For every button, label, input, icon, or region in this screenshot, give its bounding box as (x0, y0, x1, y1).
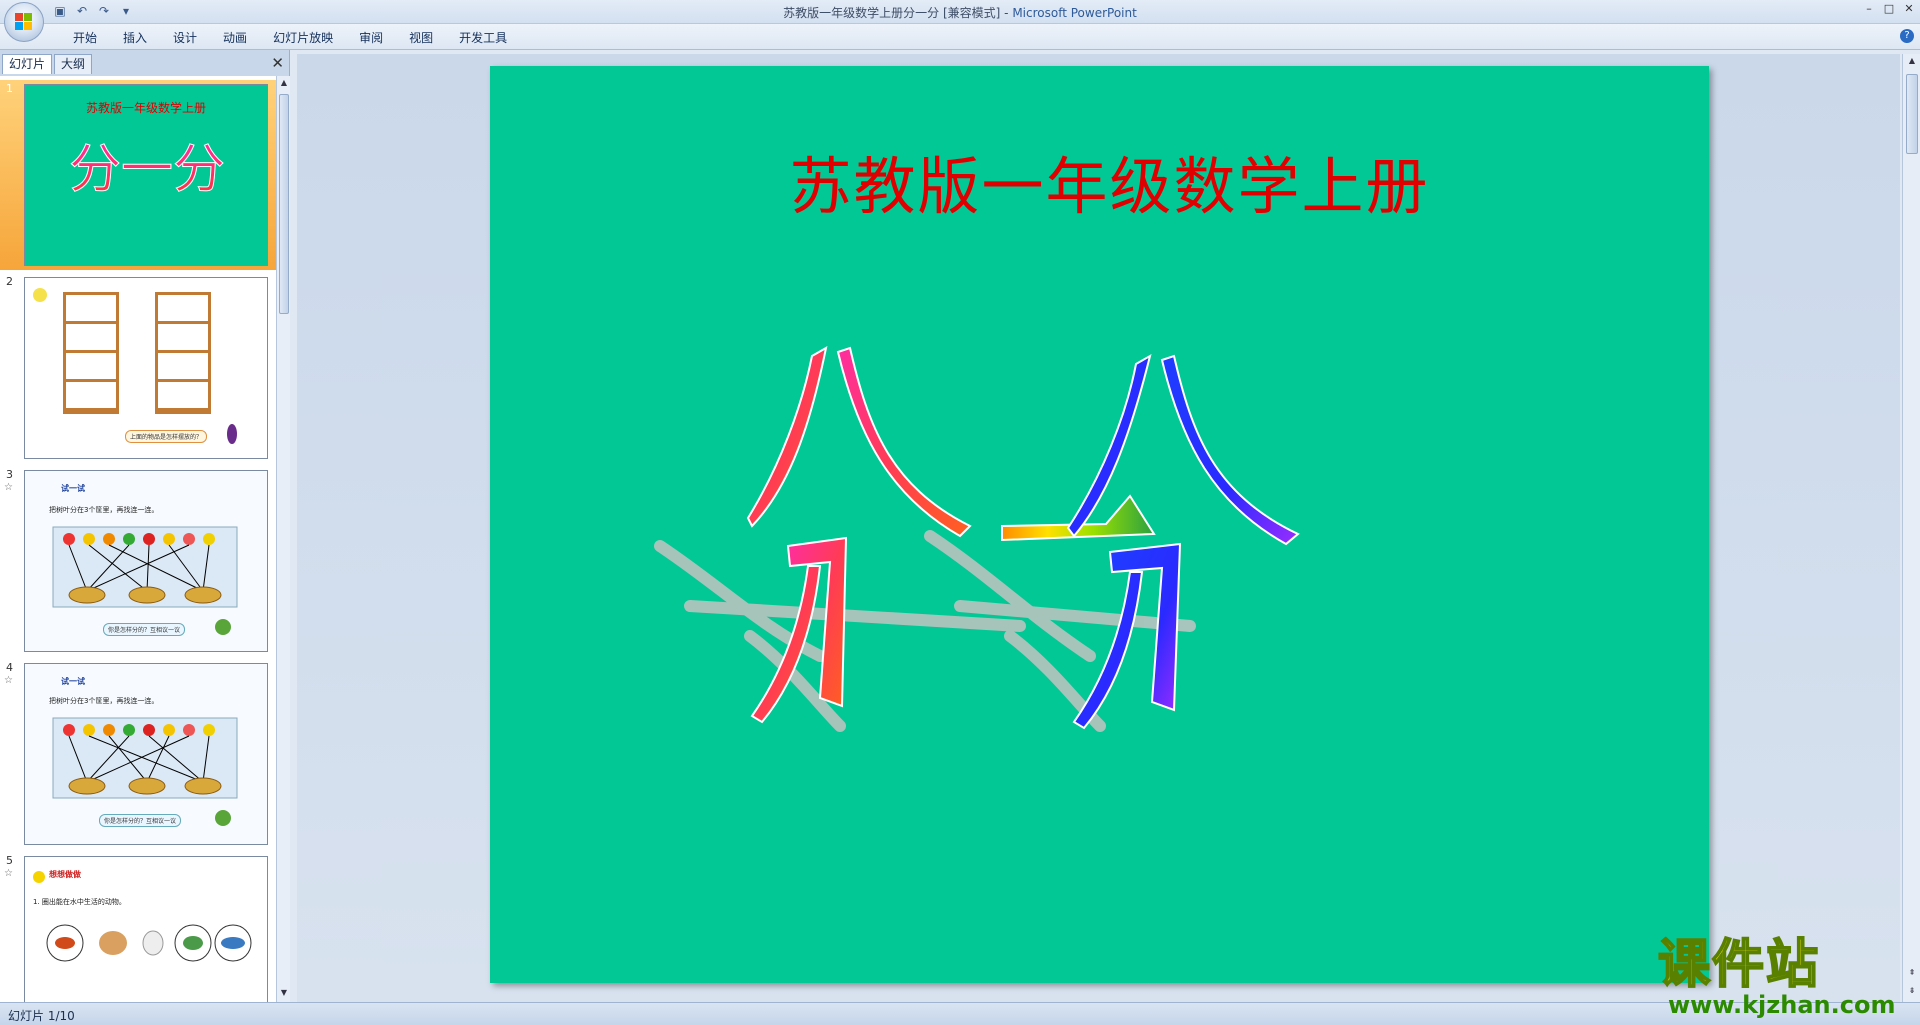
tab-review[interactable]: 审阅 (346, 29, 396, 47)
slides-pane: 幻灯片 大纲 ✕ 1 苏教版一年级数学上册 分一分 2 上面的物品是怎样摆放的？… (0, 50, 290, 1002)
thumbnail-number: 3 (6, 468, 13, 481)
office-button[interactable] (4, 2, 44, 42)
thumbnail-row-1[interactable]: 1 苏教版一年级数学上册 分一分 (0, 80, 276, 270)
thumbnail-wordart: 分一分 (68, 140, 225, 201)
tab-view[interactable]: 视图 (396, 29, 446, 47)
tab-home[interactable]: 开始 (60, 29, 110, 47)
thumbnail-number: 5 (6, 854, 13, 867)
thumbnail-list: 1 苏教版一年级数学上册 分一分 2 上面的物品是怎样摆放的？ 3 ☆ 试一试 … (0, 76, 276, 1002)
ribbon: 开始 插入 设计 动画 幻灯片放映 审阅 视图 开发工具 ? (0, 24, 1920, 50)
slide-thumbnail-5[interactable]: 想想做做 1. 圈出能在水中生活的动物。 (24, 856, 268, 1002)
close-button[interactable]: ✕ (1902, 2, 1916, 15)
next-slide-icon[interactable]: ⇟ (1907, 986, 1917, 998)
slide-thumbnail-4[interactable]: 试一试 把树叶分在3个筐里，再找连一连。 你是怎样分的？互相议一议 (24, 663, 268, 845)
lemon-icon (33, 288, 47, 302)
scrollbar-thumb[interactable] (1906, 74, 1918, 154)
thumbnail-row-3[interactable]: 3 ☆ 试一试 把树叶分在3个筐里，再找连一连。 你是怎样分的？互相议一议 (0, 466, 276, 656)
minimize-button[interactable]: – (1862, 2, 1876, 15)
slide-thumbnail-2[interactable]: 上面的物品是怎样摆放的？ (24, 277, 268, 459)
thumbnail-number: 2 (6, 275, 13, 288)
eggplant-character-icon (227, 424, 237, 444)
current-slide[interactable]: 苏教版一年级数学上册 (490, 66, 1709, 983)
watermark-url-text: www.kjzhan.com (1668, 991, 1896, 1019)
editor-scrollbar[interactable]: ▲ ⇞ ⇟ (1902, 54, 1920, 1002)
tab-outline[interactable]: 大纲 (54, 54, 93, 74)
thumbnail-caption: 上面的物品是怎样摆放的？ (125, 430, 208, 443)
animation-star-icon: ☆ (4, 482, 13, 493)
thumbnail-scrollbar[interactable]: ▲ ▼ (276, 76, 290, 1002)
office-logo-icon (15, 13, 33, 31)
tab-developer[interactable]: 开发工具 (446, 29, 520, 47)
help-icon[interactable]: ? (1900, 29, 1914, 43)
thumbnail-caption: 你是怎样分的？互相议一议 (103, 623, 186, 636)
window-title: 苏教版一年级数学上册分一分 [兼容模式] - Microsoft PowerPo… (0, 4, 1920, 21)
ribbon-tabs: 开始 插入 设计 动画 幻灯片放映 审阅 视图 开发工具 (60, 29, 520, 47)
maximize-button[interactable]: □ (1882, 2, 1896, 15)
status-bar: 幻灯片 1/10 (0, 1002, 1920, 1025)
watermark-logo: 课件站 www.kjzhan.com (1657, 935, 1898, 1019)
tab-slideshow[interactable]: 幻灯片放映 (260, 29, 346, 47)
app-name: Microsoft PowerPoint (1012, 6, 1137, 20)
animation-star-icon: ☆ (4, 675, 13, 686)
tab-insert[interactable]: 插入 (110, 29, 160, 47)
scroll-up-icon[interactable]: ▲ (279, 78, 289, 90)
document-title: 苏教版一年级数学上册分一分 [兼容模式] - (783, 6, 1013, 20)
shelf-right-illustration (155, 292, 211, 414)
slide-editor: 苏教版一年级数学上册 (297, 54, 1900, 1002)
scroll-down-icon[interactable]: ▼ (279, 988, 289, 1000)
slide-thumbnail-1[interactable]: 苏教版一年级数学上册 分一分 (24, 84, 268, 266)
slide-thumbnail-3[interactable]: 试一试 把树叶分在3个筐里，再找连一连。 你是怎样分的？互相议一议 (24, 470, 268, 652)
watermark-cn-text: 课件站 (1657, 935, 1821, 995)
scroll-up-icon[interactable]: ▲ (1907, 56, 1917, 68)
scrollbar-thumb[interactable] (279, 94, 289, 314)
tab-design[interactable]: 设计 (160, 29, 210, 47)
window-controls: – □ ✕ (1862, 2, 1916, 15)
thumbnail-row-4[interactable]: 4 ☆ 试一试 把树叶分在3个筐里，再找连一连。 你是怎样分的？互相议一议 (0, 659, 276, 849)
close-pane-icon[interactable]: ✕ (271, 54, 284, 72)
shelf-left-illustration (63, 292, 119, 414)
tab-slides[interactable]: 幻灯片 (2, 54, 53, 74)
animals-illustration (46, 924, 252, 962)
pane-tabs: 幻灯片 大纲 ✕ (0, 52, 290, 74)
wordart-graphic[interactable] (490, 66, 1709, 983)
tab-animations[interactable]: 动画 (210, 29, 260, 47)
thumbnail-wordart-text: 分一分 (69, 140, 225, 200)
thumbnail-number: 1 (6, 82, 13, 95)
thumbnail-row-5[interactable]: 5 ☆ 想想做做 1. 圈出能在水中生活的动物。 (0, 852, 276, 1002)
wordart-char-right (1066, 353, 1300, 730)
thumbnail-number: 4 (6, 661, 13, 674)
animation-star-icon: ☆ (4, 868, 13, 879)
thumbnail-caption: 你是怎样分的？互相议一议 (99, 814, 182, 827)
slide-indicator: 幻灯片 1/10 (8, 1009, 75, 1023)
thumbnail-row-2[interactable]: 2 上面的物品是怎样摆放的？ (0, 273, 276, 463)
title-bar: ▣ ↶ ↷ ▾ 苏教版一年级数学上册分一分 [兼容模式] - Microsoft… (0, 0, 1920, 24)
previous-slide-icon[interactable]: ⇞ (1907, 968, 1917, 980)
